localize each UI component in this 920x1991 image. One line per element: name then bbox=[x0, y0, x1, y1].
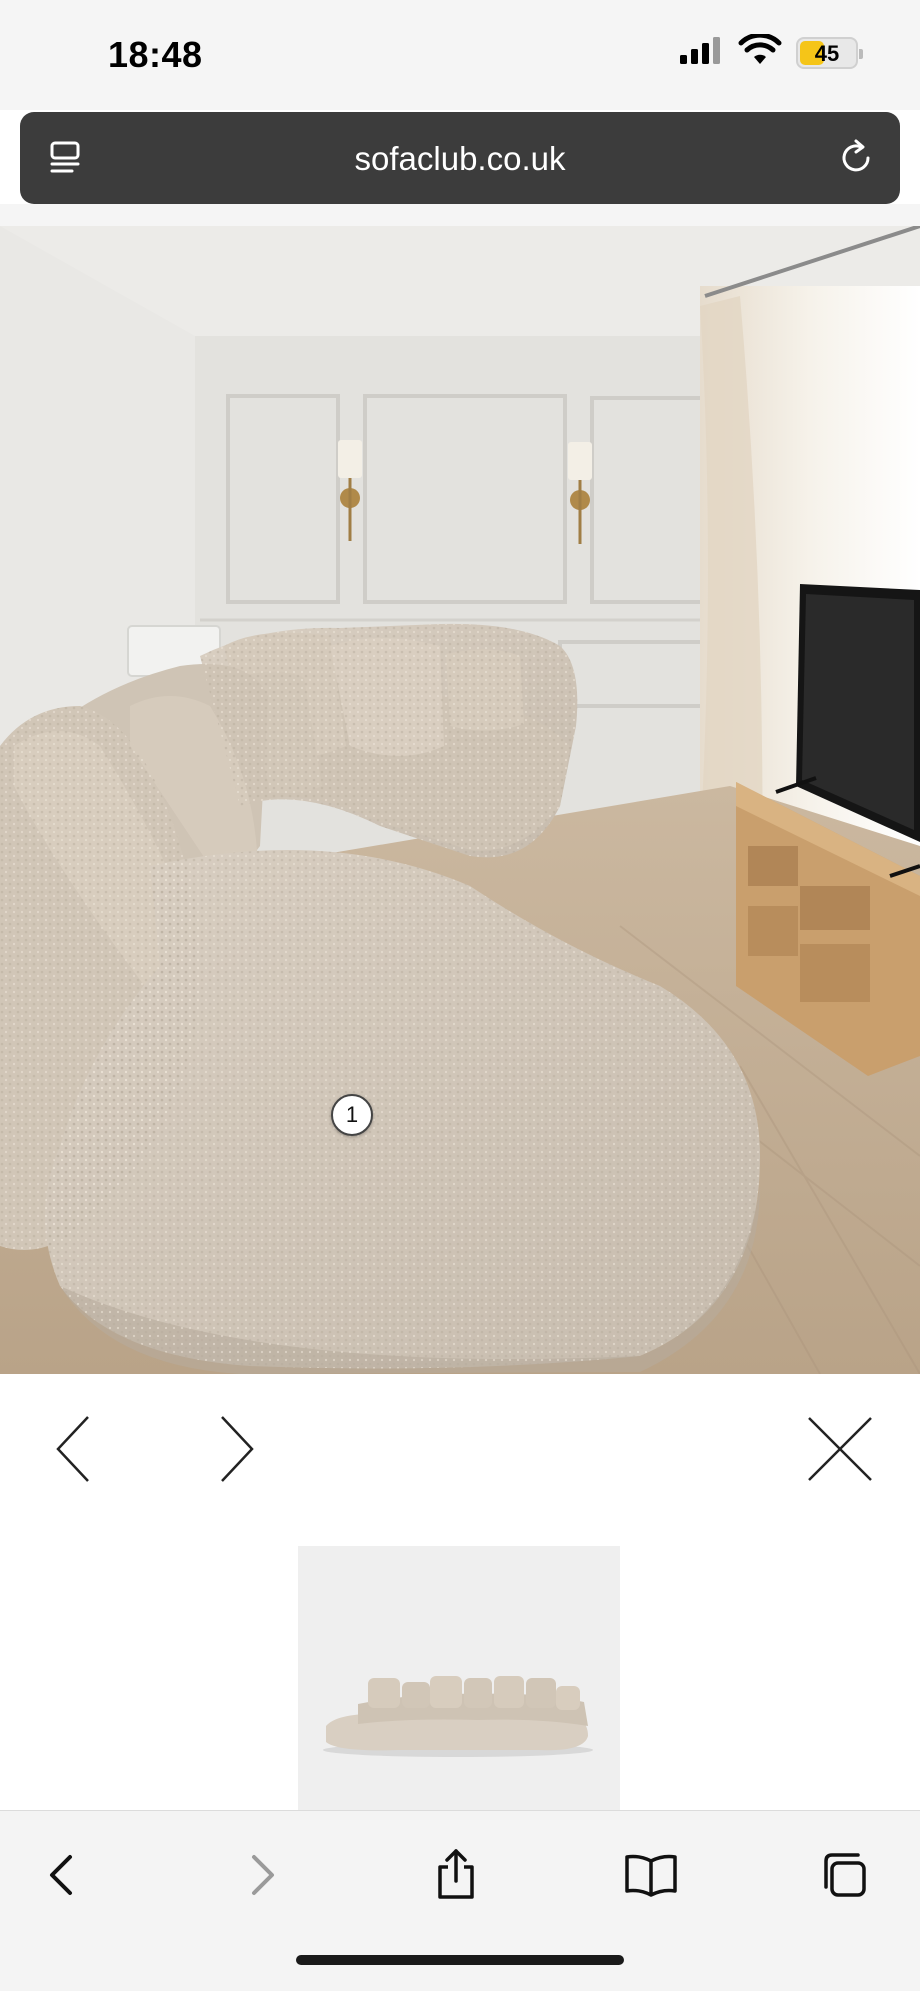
tabs-button[interactable] bbox=[808, 1839, 880, 1911]
sofa-thumbnail bbox=[323, 1676, 593, 1757]
forward-icon bbox=[252, 1855, 274, 1895]
share-button[interactable] bbox=[420, 1839, 492, 1911]
thumbnail-image[interactable] bbox=[298, 1546, 620, 1810]
home-indicator[interactable] bbox=[296, 1955, 624, 1965]
battery-icon: 45 bbox=[796, 36, 863, 69]
address-bar[interactable]: sofaclub.co.uk bbox=[20, 112, 900, 204]
gap-strip bbox=[0, 204, 920, 226]
bookmarks-button[interactable] bbox=[615, 1839, 687, 1911]
close-gallery-button[interactable] bbox=[805, 1404, 875, 1494]
next-image-button[interactable] bbox=[200, 1404, 270, 1494]
share-icon bbox=[438, 1849, 474, 1899]
sofa-room-illustration bbox=[0, 226, 920, 1374]
wifi-icon bbox=[738, 32, 782, 71]
product-photo[interactable]: 1 bbox=[0, 226, 920, 1374]
signal-icon bbox=[678, 35, 724, 70]
status-icons: 45 bbox=[678, 32, 863, 71]
chevron-left-icon bbox=[56, 1416, 89, 1482]
close-icon bbox=[808, 1417, 872, 1481]
forward-button[interactable] bbox=[226, 1839, 298, 1911]
status-time: 18:48 bbox=[108, 34, 203, 75]
chevron-right-icon bbox=[221, 1416, 254, 1482]
reload-icon[interactable] bbox=[834, 136, 878, 180]
back-button[interactable] bbox=[26, 1839, 98, 1911]
status-bar: 18:48 45 bbox=[0, 0, 920, 110]
tabs-icon bbox=[824, 1853, 866, 1897]
bookmarks-icon bbox=[625, 1854, 677, 1897]
url-text[interactable]: sofaclub.co.uk bbox=[20, 140, 900, 178]
hotspot-marker[interactable]: 1 bbox=[331, 1094, 373, 1136]
gallery-nav bbox=[0, 1374, 920, 1524]
back-icon bbox=[50, 1855, 72, 1895]
battery-level: 45 bbox=[814, 40, 840, 66]
prev-image-button[interactable] bbox=[40, 1404, 110, 1494]
battery-nub bbox=[859, 48, 863, 59]
